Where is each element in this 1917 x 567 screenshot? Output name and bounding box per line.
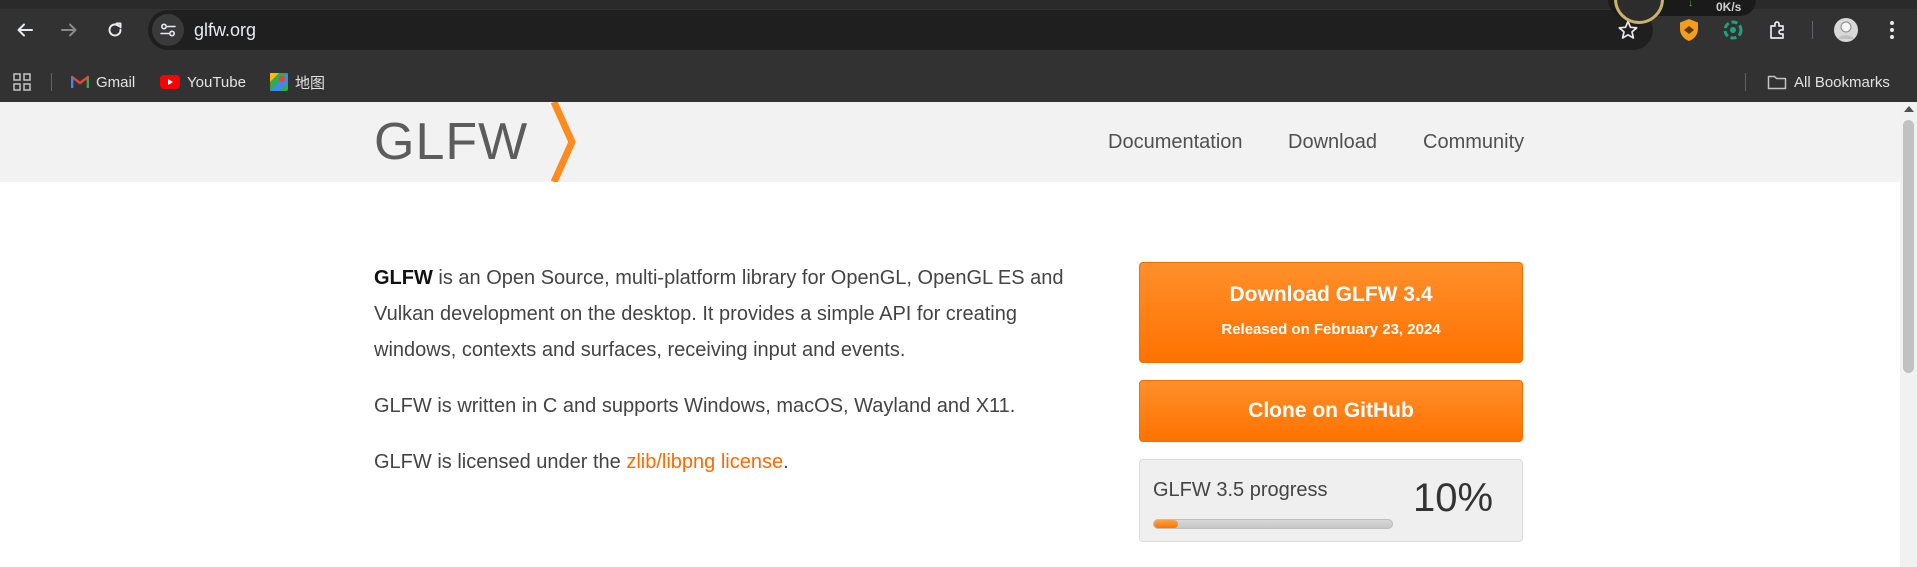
extension-shield[interactable] [1675, 16, 1703, 44]
browser-menu-button[interactable] [1878, 16, 1906, 44]
all-bookmarks-button[interactable]: All Bookmarks [1767, 72, 1890, 92]
site-logo[interactable]: GLFW [374, 112, 528, 172]
site-info-button[interactable] [152, 14, 184, 46]
intro-text: GLFW is an Open Source, multi-platform l… [374, 260, 1074, 500]
bookmark-label: Gmail [96, 73, 136, 91]
logo-chevron-icon [550, 102, 576, 182]
github-button[interactable]: Clone on GitHub [1139, 380, 1523, 442]
reload-icon [108, 22, 122, 37]
license-link[interactable]: zlib/libpng license [626, 451, 783, 473]
all-bookmarks-label: All Bookmarks [1794, 73, 1890, 91]
apps-grid-icon [13, 73, 31, 91]
gmail-icon [71, 75, 89, 89]
bookmark-maps[interactable]: 地图 [270, 72, 325, 92]
openai-icon [1723, 20, 1743, 40]
progress-label: GLFW 3.5 progress [1153, 479, 1328, 501]
folder-icon [1767, 74, 1787, 90]
intro-paragraph-2: GLFW is written in C and supports Window… [374, 395, 1016, 417]
intro-p3-text: GLFW is licensed under the [374, 451, 627, 473]
download-arrow-icon: ↓ [1688, 0, 1693, 9]
bookmarks-divider-right [1745, 73, 1746, 91]
reload-button[interactable] [99, 14, 131, 46]
bookmarks-divider [51, 73, 52, 91]
nav-download[interactable]: Download [1288, 130, 1377, 154]
address-bar[interactable]: glfw.org [148, 10, 1653, 50]
progress-percent: 10% [1413, 476, 1494, 520]
kebab-icon [1890, 21, 1894, 39]
bookmarks-bar: Gmail YouTube 地图 All Bookmarks [0, 60, 1917, 102]
progress-bar-fill [1154, 520, 1178, 528]
bookmark-label: YouTube [187, 73, 246, 91]
forward-button[interactable] [53, 14, 85, 46]
bookmark-gmail[interactable]: Gmail [71, 72, 135, 92]
nav-documentation[interactable]: Documentation [1108, 130, 1243, 154]
browser-chrome: glfw.org ↓ 0K/s Gmail YouTube 地图 All Boo… [0, 0, 1917, 102]
tune-icon [160, 23, 176, 37]
shield-icon [1680, 19, 1698, 41]
download-title: Download GLFW 3.4 [1229, 283, 1433, 306]
avatar [1834, 18, 1858, 42]
progress-panel: GLFW 3.5 progress 10% [1139, 459, 1523, 542]
bookmark-label: 地图 [295, 74, 326, 92]
download-release-date: Released on February 23, 2024 [1221, 321, 1441, 338]
intro-p1-text: is an Open Source, multi-platform librar… [374, 267, 1064, 361]
url-text[interactable]: glfw.org [194, 20, 256, 40]
extensions-button[interactable] [1764, 16, 1792, 44]
browser-toolbar: glfw.org ↓ 0K/s [0, 0, 1917, 60]
intro-p3-end: . [783, 451, 789, 473]
download-button[interactable]: Download GLFW 3.4 Released on February 2… [1139, 262, 1523, 363]
extension-chatgpt[interactable] [1719, 16, 1747, 44]
maps-icon [270, 73, 288, 91]
intro-paragraph-1: GLFW is an Open Source, multi-platform l… [374, 260, 1074, 368]
intro-glfw-bold: GLFW [374, 267, 433, 289]
web-page: GLFW Documentation Download Community GL… [0, 102, 1900, 567]
puzzle-icon [1770, 21, 1784, 39]
scroll-up-arrow-icon[interactable] [1904, 106, 1914, 112]
scrollbar-thumb[interactable] [1903, 120, 1914, 373]
progress-bar [1153, 519, 1393, 529]
arrow-left-icon [17, 23, 33, 37]
network-speed-widget: ↓ 0K/s [1608, 0, 1756, 24]
profile-button[interactable] [1832, 16, 1860, 44]
site-header: GLFW Documentation Download Community [0, 102, 1900, 182]
arrow-right-icon [61, 23, 77, 37]
net-speed: 0K/s [1716, 0, 1742, 14]
nav-community[interactable]: Community [1423, 130, 1524, 154]
intro-paragraph-3: GLFW is licensed under the zlib/libpng l… [374, 444, 1074, 480]
toolbar-divider [1812, 21, 1813, 39]
youtube-icon [160, 75, 180, 89]
page-scrollbar[interactable] [1900, 102, 1917, 567]
apps-button[interactable] [13, 72, 31, 92]
bookmark-youtube[interactable]: YouTube [160, 72, 246, 92]
back-button[interactable] [9, 14, 41, 46]
